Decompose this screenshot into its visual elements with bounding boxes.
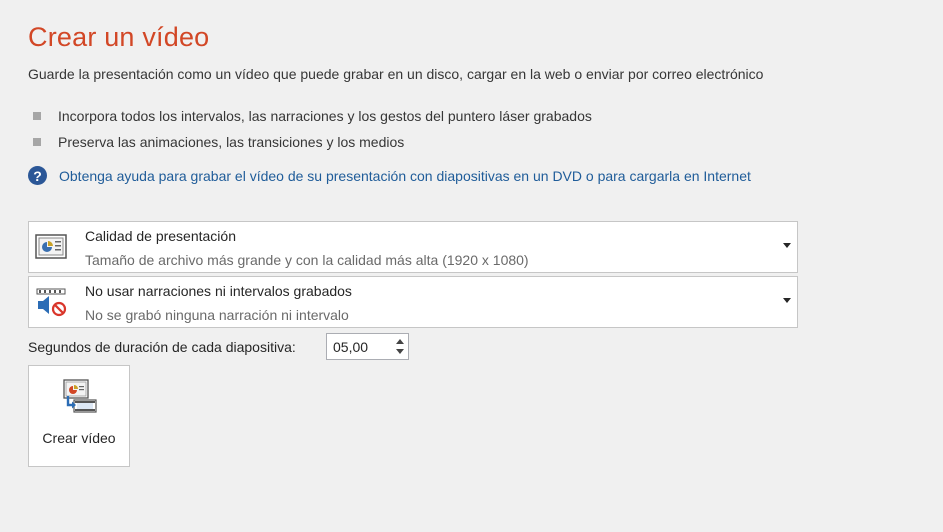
bullet-square-icon <box>33 112 41 120</box>
page-title: Crear un vídeo <box>28 22 210 52</box>
feature-bullet-item: Incorpora todos los intervalos, las narr… <box>33 108 592 124</box>
narration-dropdown-title: No usar narraciones ni intervalos grabad… <box>85 283 352 299</box>
help-link-row[interactable]: ? Obtenga ayuda para grabar el vídeo de … <box>28 166 751 185</box>
bullet-square-icon <box>33 138 41 146</box>
help-link[interactable]: Obtenga ayuda para grabar el vídeo de su… <box>59 168 751 184</box>
feature-bullet-text: Preserva las animaciones, las transicion… <box>58 134 405 150</box>
narration-dropdown-subtitle: No se grabó ninguna narración ni interva… <box>85 307 349 323</box>
help-question-icon[interactable]: ? <box>28 166 47 185</box>
narration-dropdown[interactable]: No usar narraciones ni intervalos grabad… <box>28 276 798 328</box>
no-narration-icon <box>36 288 67 317</box>
spin-up-arrow-icon[interactable] <box>396 339 404 344</box>
quality-dropdown-title: Calidad de presentación <box>85 228 236 244</box>
slide-duration-value[interactable]: 05,00 <box>333 339 368 355</box>
page-description: Guarde la presentación como un vídeo que… <box>28 66 764 82</box>
feature-bullet-text: Incorpora todos los intervalos, las narr… <box>58 108 592 124</box>
create-video-icon <box>63 379 97 413</box>
presentation-quality-icon <box>35 234 67 259</box>
quality-dropdown[interactable]: Calidad de presentación Tamaño de archiv… <box>28 221 798 273</box>
quality-dropdown-subtitle: Tamaño de archivo más grande y con la ca… <box>85 252 529 268</box>
create-video-button[interactable]: Crear vídeo <box>28 365 130 467</box>
spin-down-arrow-icon[interactable] <box>396 349 404 354</box>
create-video-label: Crear vídeo <box>42 430 116 446</box>
slide-duration-spinner[interactable]: 05,00 <box>326 333 409 360</box>
feature-bullet-item: Preserva las animaciones, las transicion… <box>33 134 404 150</box>
chevron-down-icon[interactable] <box>783 243 791 248</box>
chevron-down-icon[interactable] <box>783 298 791 303</box>
slide-duration-label: Segundos de duración de cada diapositiva… <box>28 339 296 355</box>
